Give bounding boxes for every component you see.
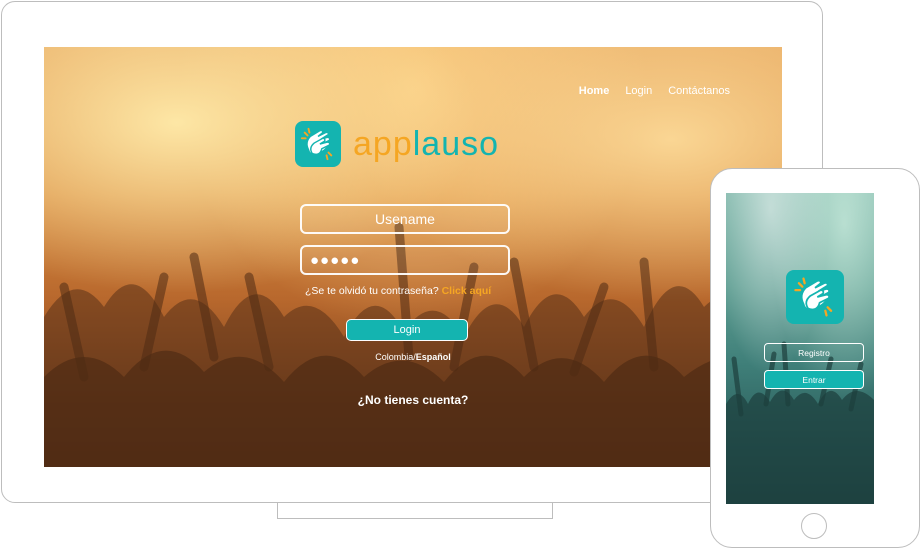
clapping-hands-icon	[295, 121, 341, 167]
top-navigation: Home Login Contáctanos	[579, 85, 730, 97]
register-button[interactable]: Registro	[764, 343, 864, 362]
phone-home-button[interactable]	[801, 513, 827, 539]
phone-crowd-background	[726, 341, 874, 504]
phone-clapping-hands-icon	[786, 270, 844, 324]
forgot-password-text: ¿Se te olvidó tu contraseña? Click aquí	[305, 285, 491, 297]
nav-home-link[interactable]: Home	[579, 85, 610, 97]
applauso-logo: applauso	[295, 121, 499, 167]
username-input[interactable]: Usename	[300, 204, 510, 234]
locale-country: Colombia/	[375, 352, 416, 362]
enter-button[interactable]: Entrar	[764, 370, 864, 389]
password-input[interactable]: ●●●●●	[300, 245, 510, 275]
locale-language: Español	[415, 352, 451, 362]
login-button[interactable]: Login	[346, 319, 468, 341]
desktop-screen: Home Login Contáctanos applauso Usename …	[44, 47, 782, 467]
locale-selector[interactable]: Colombia/Español	[44, 352, 782, 362]
monitor-stand	[277, 503, 553, 519]
no-account-link[interactable]: ¿No tienes cuenta?	[44, 393, 782, 407]
logo-text-part1: app	[353, 125, 413, 163]
nav-contact-link[interactable]: Contáctanos	[668, 85, 730, 97]
forgot-password-link[interactable]: Click aquí	[442, 285, 492, 297]
forgot-password-label: ¿Se te olvidó tu contraseña?	[305, 285, 439, 297]
logo-text-part2: lauso	[412, 125, 500, 163]
nav-login-link[interactable]: Login	[625, 85, 652, 97]
phone-screen: Registro Entrar	[726, 193, 874, 504]
logo-wordmark: applauso	[353, 124, 499, 164]
